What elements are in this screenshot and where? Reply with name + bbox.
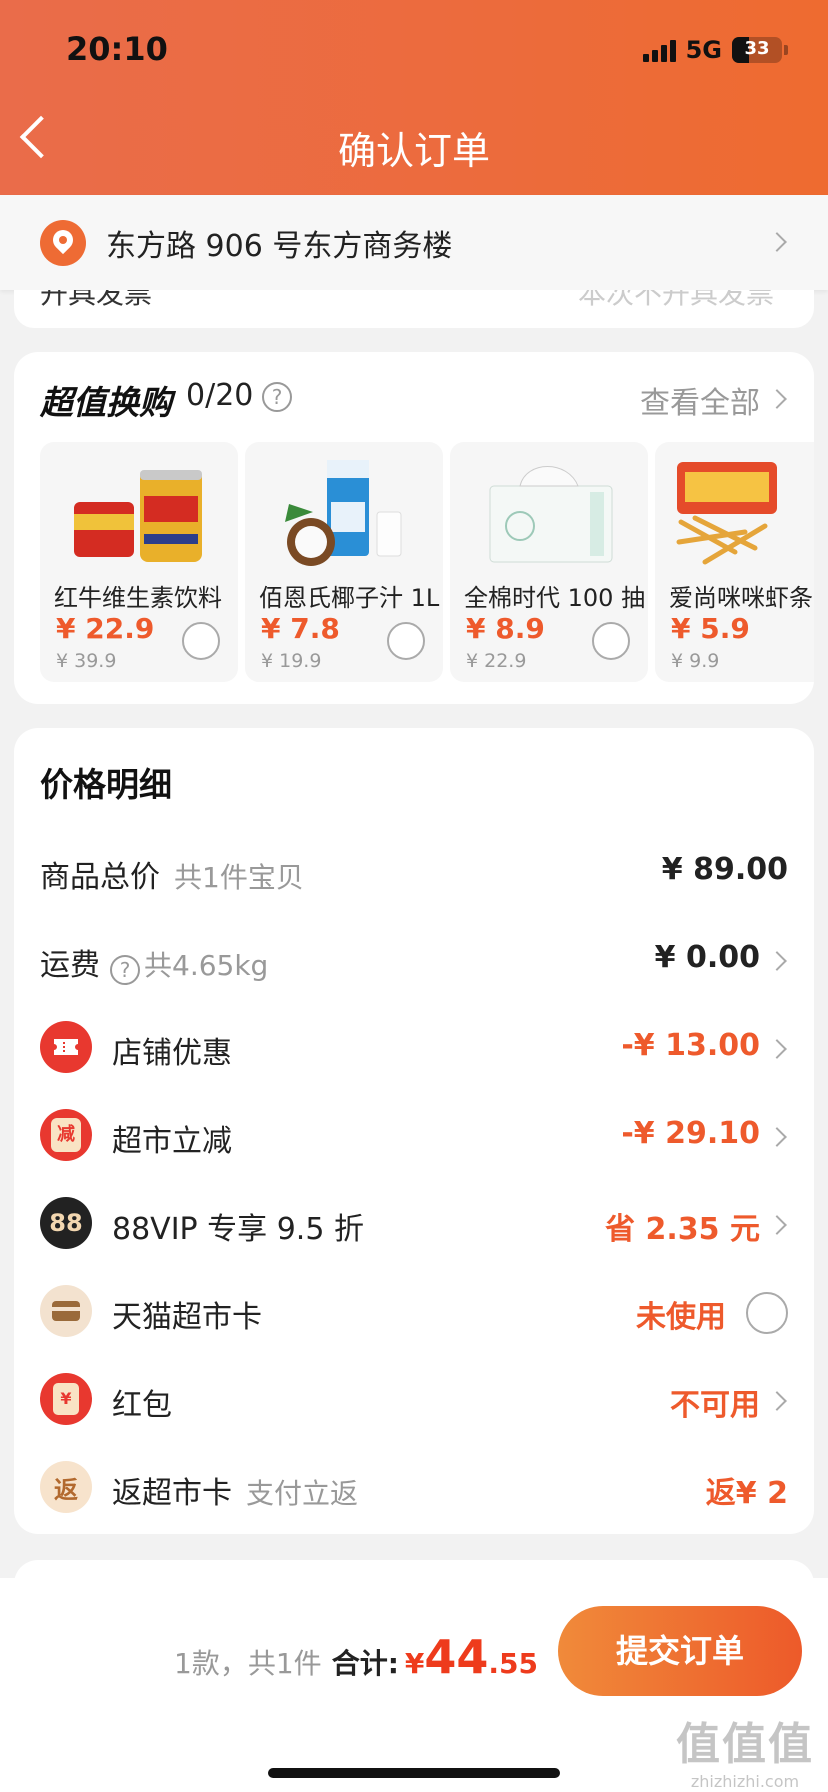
status-icons: 5G 33 — [642, 36, 788, 64]
product-image — [74, 470, 202, 562]
product-price: ¥ 8.9 — [466, 612, 545, 645]
select-radio[interactable] — [592, 622, 630, 660]
row-label: 商品总价 — [40, 860, 160, 895]
status-time: 20:10 — [66, 30, 168, 68]
row-value: -¥ 13.00 — [621, 1028, 760, 1063]
trade-up-card: 超值换购 0/20 ? 查看全部 红牛维生素饮料 ¥ 22.9 ¥ 39.9 佰… — [14, 352, 814, 704]
row-sub: 支付立返 — [246, 1477, 359, 1510]
product-original-price: ¥ 19.9 — [261, 650, 322, 672]
price-detail-card: 价格明细 商品总价 共1件宝贝 ¥ 89.00 运费? 共4.65kg ¥ 0.00… — [14, 728, 814, 1534]
row-label: 88VIP 专享 9.5 折 — [112, 1212, 364, 1247]
product-name: 佰恩氏椰子汁 1L — [259, 584, 440, 612]
battery-level: 33 — [744, 38, 770, 59]
row-value: 未使用 — [636, 1300, 726, 1335]
trade-up-title: 超值换购 — [40, 383, 172, 422]
row-sub: 共1件宝贝 — [174, 861, 304, 894]
rebate-row: 返 返超市卡 支付立返 返¥ 2 — [14, 1458, 814, 1518]
vip-icon: 88 — [40, 1197, 92, 1249]
product-card[interactable]: 红牛维生素饮料 ¥ 22.9 ¥ 39.9 — [40, 442, 238, 682]
page-title: 确认订单 — [337, 129, 490, 173]
product-name: 全棉时代 100 抽 — [464, 584, 646, 612]
chevron-right-icon — [767, 1215, 787, 1235]
vip-discount-row[interactable]: 88 88VIP 专享 9.5 折 省 2.35 元 — [14, 1194, 814, 1254]
submit-order-button[interactable]: 提交订单 — [558, 1606, 802, 1696]
product-list: 红牛维生素饮料 ¥ 22.9 ¥ 39.9 佰恩氏椰子汁 1L ¥ 7.8 ¥ … — [40, 442, 814, 682]
product-price: ¥ 22.9 — [56, 612, 155, 645]
header-bar: 20:10 5G 33 确认订单 — [0, 0, 828, 195]
address-text: 东方路 906 号东方商务楼 — [106, 228, 453, 264]
total-label: 合计: — [331, 1647, 399, 1680]
ticket-icon — [40, 1021, 92, 1073]
supermarket-card-row[interactable]: 天猫超市卡 未使用 — [14, 1282, 814, 1342]
product-original-price: ¥ 9.9 — [671, 650, 720, 672]
row-label: 红包 — [112, 1388, 172, 1423]
signal-icon — [642, 38, 676, 62]
row-label: 店铺优惠 — [112, 1036, 232, 1071]
row-sub: 共4.65kg — [144, 949, 269, 982]
select-radio[interactable] — [182, 622, 220, 660]
address-bar[interactable]: 东方路 906 号东方商务楼 — [0, 195, 828, 290]
chevron-right-icon — [767, 1127, 787, 1147]
red-packet-row[interactable]: ¥ 红包 不可用 — [14, 1370, 814, 1430]
location-pin-icon — [40, 219, 86, 266]
view-all-link[interactable]: 查看全部 — [640, 378, 760, 422]
row-value: -¥ 29.10 — [621, 1116, 760, 1151]
chevron-right-icon — [767, 951, 787, 971]
product-name: 爱尚咪咪虾条 — [669, 584, 813, 612]
currency-symbol: ¥ — [404, 1647, 425, 1680]
row-value: 省 2.35 元 — [605, 1212, 760, 1247]
product-original-price: ¥ 22.9 — [466, 650, 527, 672]
row-value: 返¥ 2 — [705, 1476, 788, 1511]
chevron-right-icon — [767, 389, 787, 409]
card-icon — [40, 1285, 92, 1337]
product-name: 红牛维生素饮料 — [54, 584, 222, 612]
total-decimal: .55 — [488, 1647, 538, 1680]
store-discount-row[interactable]: 店铺优惠 -¥ 13.00 — [14, 1018, 814, 1078]
checkout-bar: 1款，共1件 合计: ¥ 44 .55 提交订单 值值值 zhizhizhi.c… — [0, 1578, 828, 1792]
select-radio[interactable] — [387, 622, 425, 660]
row-value: 不可用 — [670, 1388, 760, 1423]
red-packet-icon: ¥ — [40, 1373, 92, 1425]
product-image — [489, 466, 613, 563]
chevron-right-icon — [767, 1391, 787, 1411]
total-summary: 1款，共1件 合计: ¥ 44 .55 — [174, 1630, 538, 1684]
trade-up-count: 0/20 — [186, 378, 254, 413]
row-label: 天猫超市卡 — [112, 1300, 262, 1335]
use-card-radio[interactable] — [746, 1292, 788, 1334]
item-count: 1款，共1件 — [174, 1647, 322, 1680]
help-icon[interactable]: ? — [110, 955, 140, 985]
invoice-value: 本次不开具发票 — [577, 290, 774, 310]
product-image — [676, 462, 777, 565]
row-value: ¥ 89.00 — [661, 852, 788, 887]
product-card[interactable]: 爱尚咪咪虾条 ¥ 5.9 ¥ 9.9 — [655, 442, 814, 682]
chevron-right-icon — [767, 1039, 787, 1059]
discount-icon: 减 — [40, 1109, 92, 1161]
total-integer: 44 — [424, 1630, 489, 1684]
row-label: 返超市卡 — [112, 1476, 232, 1511]
help-icon[interactable]: ? — [262, 382, 292, 412]
product-original-price: ¥ 39.9 — [56, 650, 117, 672]
row-value: ¥ 0.00 — [654, 940, 760, 975]
row-label: 超市立减 — [112, 1124, 232, 1159]
battery-icon: 33 — [732, 37, 782, 63]
price-detail-title: 价格明细 — [40, 765, 172, 804]
watermark-logo: 值值值 zhizhizhi.com — [676, 1719, 814, 1791]
row-label: 运费 — [40, 948, 100, 983]
rebate-icon: 返 — [40, 1461, 92, 1513]
product-price: ¥ 5.9 — [671, 612, 750, 645]
home-indicator[interactable] — [268, 1768, 560, 1778]
product-image — [285, 460, 402, 566]
invoice-label: 开具发票 — [40, 290, 153, 310]
product-price: ¥ 7.8 — [261, 612, 340, 645]
chevron-right-icon — [767, 232, 787, 252]
product-card[interactable]: 佰恩氏椰子汁 1L ¥ 7.8 ¥ 19.9 — [245, 442, 443, 682]
invoice-row[interactable]: 开具发票 本次不开具发票 — [14, 290, 814, 328]
supermarket-discount-row[interactable]: 减 超市立减 -¥ 29.10 — [14, 1106, 814, 1166]
product-card[interactable]: 全棉时代 100 抽 ¥ 8.9 ¥ 22.9 — [450, 442, 648, 682]
shipping-row[interactable]: 运费? 共4.65kg ¥ 0.00 — [14, 930, 814, 990]
goods-total-row: 商品总价 共1件宝贝 ¥ 89.00 — [14, 842, 814, 902]
network-type: 5G — [685, 36, 722, 64]
